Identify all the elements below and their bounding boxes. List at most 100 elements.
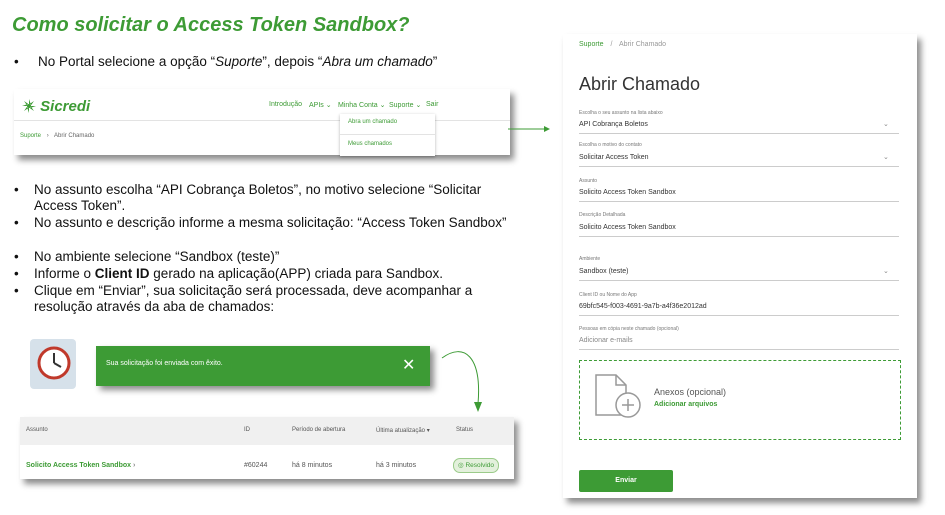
chevron-right-icon: › bbox=[46, 133, 49, 139]
breadcrumb-suporte[interactable]: Suporte bbox=[579, 41, 604, 48]
step-bullet: • No ambiente selecione “Sandbox (teste)… bbox=[14, 249, 514, 265]
form-breadcrumb: Suporte / Abrir Chamado bbox=[579, 41, 666, 48]
close-icon[interactable]: ✕ bbox=[402, 355, 415, 375]
nav-introducao[interactable]: Introdução bbox=[269, 101, 302, 108]
client-id-input[interactable]: 69bfc545-f003-4691-9a7b-a4f36e2012ad bbox=[579, 303, 707, 310]
step-text: Clique em “Enviar”, sua solicitação será… bbox=[34, 283, 473, 314]
column-header-assunto[interactable]: Assunto bbox=[26, 427, 48, 433]
description-input[interactable]: Solicito Access Token Sandbox bbox=[579, 224, 676, 231]
file-add-icon bbox=[595, 374, 641, 418]
breadcrumb-separator: / bbox=[610, 41, 613, 48]
field-label-descricao: Descrição Detalhada bbox=[579, 212, 626, 218]
table-header: Assunto ID Período de abertura Última at… bbox=[20, 417, 514, 445]
chevron-right-icon: › bbox=[132, 462, 136, 469]
form-heading: Abrir Chamado bbox=[579, 74, 701, 94]
header-divider bbox=[14, 120, 510, 121]
environment-select[interactable]: Sandbox (teste) bbox=[579, 268, 628, 275]
nav-suporte[interactable]: Suporte ⌄ bbox=[389, 101, 421, 109]
nav-minha-conta[interactable]: Minha Conta ⌄ bbox=[338, 101, 386, 109]
nav-suporte-label: Suporte bbox=[389, 102, 414, 109]
ticket-updated: há 3 minutos bbox=[376, 462, 417, 469]
field-label-ambiente: Ambiente bbox=[579, 256, 601, 262]
nav-apis[interactable]: APIs ⌄ bbox=[309, 101, 332, 109]
bullet-marker: • bbox=[14, 266, 19, 281]
status-badge-label: Resolvido bbox=[465, 462, 495, 469]
ticket-opened: há 8 minutos bbox=[292, 462, 333, 469]
ticket-id: #60244 bbox=[244, 462, 268, 469]
dropdown-item-abra-chamado[interactable]: Abra um chamado bbox=[348, 119, 397, 125]
nav-sair[interactable]: Sair bbox=[426, 101, 438, 108]
send-button[interactable]: Enviar bbox=[579, 470, 673, 492]
page-title: Como solicitar o Access Token Sandbox? bbox=[12, 14, 410, 36]
arrow-right-icon bbox=[508, 126, 550, 132]
column-header-status[interactable]: Status bbox=[456, 427, 473, 433]
check-circle-icon: ◎ bbox=[457, 462, 464, 469]
ticket-subject-link[interactable]: Solicito Access Token Sandbox › bbox=[26, 462, 135, 469]
column-header-ultima-atualizacao[interactable]: Última atualização ▾ bbox=[376, 427, 430, 434]
bullet-marker: • bbox=[14, 182, 19, 197]
field-underline bbox=[579, 201, 899, 202]
field-label-motivo: Escolha o motivo do contato bbox=[579, 142, 642, 148]
attachments-dropzone[interactable]: Anexos (opcional) Adicionar arquivos bbox=[579, 360, 901, 440]
breadcrumb-suporte[interactable]: Suporte bbox=[20, 133, 41, 139]
cc-emails-input[interactable]: Adicionar e-mails bbox=[579, 337, 633, 344]
toast-message: Sua solicitação foi enviada com êxito. bbox=[106, 360, 223, 367]
step-text: Informe o Client ID gerado na aplicação(… bbox=[14, 266, 514, 282]
breadcrumb-current: Abrir Chamado bbox=[619, 41, 667, 48]
step-text: No Portal selecione a opção “Suporte”, d… bbox=[14, 54, 437, 70]
add-files-link[interactable]: Adicionar arquivos bbox=[654, 401, 717, 408]
field-label-copia: Pessoas em cópia neste chamado (opcional… bbox=[579, 326, 679, 332]
step-bullet: • No assunto e descrição informe a mesma… bbox=[14, 215, 514, 231]
success-toast: Sua solicitação foi enviada com êxito. ✕ bbox=[96, 346, 430, 386]
step-text-emphasis: Abra um chamado bbox=[322, 54, 433, 69]
ticket-subject: Solicito Access Token Sandbox bbox=[26, 462, 132, 469]
breadcrumb-current: Abrir Chamado bbox=[54, 133, 95, 139]
step-text-strong: Client ID bbox=[94, 266, 150, 281]
column-header-periodo[interactable]: Período de abertura bbox=[292, 427, 345, 433]
field-label-client-id: Client ID ou Nome do App bbox=[579, 292, 637, 298]
sicredi-logo-text: Sicredi bbox=[40, 98, 91, 115]
status-badge: ◎ Resolvido bbox=[453, 458, 499, 473]
step-text-part: Informe o bbox=[34, 266, 95, 281]
open-ticket-form: Suporte / Abrir Chamado Abrir Chamado Es… bbox=[563, 34, 917, 498]
subject-input[interactable]: Solicito Access Token Sandbox bbox=[579, 189, 676, 196]
step-text-part: No Portal selecione a opção “ bbox=[38, 54, 216, 69]
arrow-down-icon bbox=[441, 351, 482, 412]
dropdown-divider bbox=[340, 134, 435, 135]
reason-select[interactable]: Solicitar Access Token bbox=[579, 154, 649, 161]
step-text: No ambiente selecione “Sandbox (teste)” bbox=[34, 249, 280, 264]
step-bullet: • Informe o Client ID gerado na aplicaçã… bbox=[14, 266, 514, 282]
step-text: No assunto escolha “API Cobrança Boletos… bbox=[34, 182, 482, 213]
dropdown-item-meus-chamados[interactable]: Meus chamados bbox=[348, 141, 392, 147]
field-underline bbox=[579, 349, 899, 350]
field-underline bbox=[579, 315, 899, 316]
chevron-down-icon: ⌄ bbox=[415, 102, 422, 109]
field-underline bbox=[579, 133, 899, 134]
nav-apis-label: APIs bbox=[309, 102, 324, 109]
step-bullet: • Clique em “Enviar”, sua solicitação se… bbox=[14, 283, 514, 315]
step-bullet: • No Portal selecione a opção “Suporte”,… bbox=[14, 54, 437, 70]
nav-minha-conta-label: Minha Conta bbox=[338, 102, 378, 109]
step-text-emphasis: Suporte bbox=[215, 54, 263, 69]
bullet-marker: • bbox=[14, 249, 19, 264]
step-text-part: ”, depois “ bbox=[262, 54, 323, 69]
breadcrumb: Suporte › Abrir Chamado bbox=[20, 133, 94, 139]
sicredi-logo-icon bbox=[22, 99, 36, 113]
chevron-down-icon[interactable]: ⌄ bbox=[883, 120, 889, 128]
bullet-marker: • bbox=[14, 215, 19, 230]
column-header-id[interactable]: ID bbox=[244, 427, 250, 433]
tickets-table-screenshot: Assunto ID Período de abertura Última at… bbox=[20, 417, 514, 479]
field-underline bbox=[579, 236, 899, 237]
attachments-title: Anexos (opcional) bbox=[654, 387, 727, 397]
chevron-down-icon[interactable]: ⌄ bbox=[883, 267, 889, 275]
subject-select[interactable]: API Cobrança Boletos bbox=[579, 121, 648, 128]
clock-icon bbox=[30, 339, 76, 389]
chevron-down-icon[interactable]: ⌄ bbox=[883, 153, 889, 161]
step-text-part: gerado na aplicação(APP) criada para San… bbox=[149, 266, 443, 281]
step-text-part: ” bbox=[432, 54, 438, 69]
step-text: No assunto e descrição informe a mesma s… bbox=[34, 215, 507, 230]
bullet-marker: • bbox=[14, 283, 19, 298]
bullet-marker: • bbox=[14, 54, 19, 69]
field-label-assunto-lista: Escolha o seu assunto na lista abaixo bbox=[579, 110, 663, 116]
field-underline bbox=[579, 166, 899, 167]
